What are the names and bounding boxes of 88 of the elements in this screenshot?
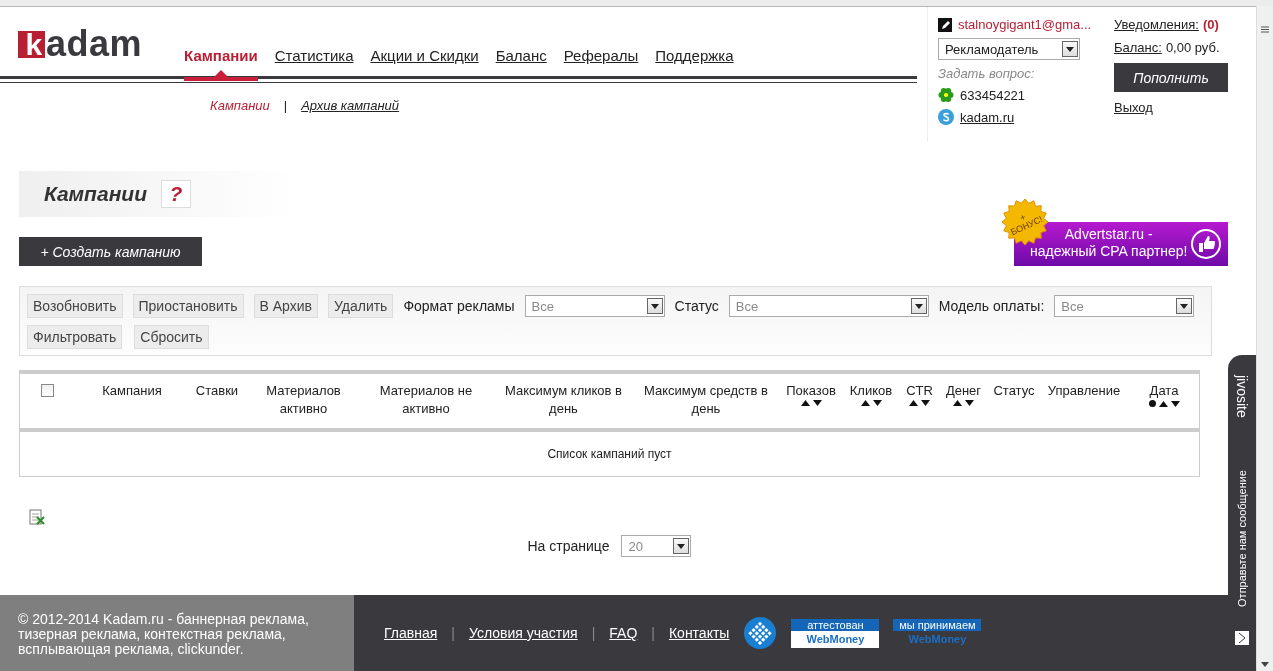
logo[interactable]: kadam (18, 26, 143, 62)
footer-link[interactable]: FAQ (609, 625, 638, 641)
skype-link[interactable]: kadam.ru (960, 109, 1015, 125)
filter-label: Модель оплаты: (938, 298, 1045, 314)
footer-link[interactable]: Главная (384, 625, 438, 641)
empty-message: Список кампаний пуст (547, 447, 672, 461)
column-header: CTR (906, 382, 933, 400)
copyright-text: © 2012-2014 Kadam.ru - баннерная реклама, тизерная реклама, контекстная реклама, всплывающая реклама, clickunder. (0, 595, 354, 671)
nav-tab[interactable]: Поддержка (655, 47, 734, 81)
sort-down-icon[interactable] (872, 400, 882, 406)
select-field[interactable]: Все (524, 295, 665, 317)
caret-icon (677, 543, 686, 549)
logout-link[interactable]: Выход (1114, 100, 1228, 115)
nav-tab[interactable]: Рефералы (563, 47, 639, 81)
sort-up-icon[interactable] (860, 400, 870, 406)
separator: | (451, 625, 455, 641)
filter-label: Статус (674, 298, 719, 314)
chevron-icon (1235, 631, 1249, 645)
nav-tab[interactable]: Баланс (495, 47, 547, 81)
column-header: Показов (786, 382, 836, 400)
subnav-link[interactable]: Архив кампаний (301, 98, 400, 113)
user-email: stalnoygigant1@gma... (958, 17, 1092, 32)
action-button[interactable]: Удалить (327, 294, 394, 318)
per-page-label: На странице (527, 538, 610, 554)
column-header: Дата (1149, 382, 1179, 400)
action-button[interactable]: Приостановить (132, 294, 244, 318)
sort-up-icon[interactable] (953, 400, 962, 406)
column-header: Статус (993, 382, 1035, 400)
spreadsheet-icon[interactable] (29, 509, 45, 525)
top-up-button[interactable]: Пополнить (1114, 63, 1228, 92)
sort-down-icon[interactable] (921, 400, 930, 406)
filter-label: Формат рекламы (403, 298, 515, 314)
caret-icon (1180, 303, 1189, 309)
icq-number: 633454221 (960, 87, 1026, 103)
column-header: Максимум кликов в день (504, 382, 623, 418)
nav-tab[interactable]: Акции и Скидки (370, 47, 479, 81)
column-header: Управление (1047, 382, 1121, 400)
filter-button[interactable]: Фильтровать (27, 325, 123, 349)
separator: | (591, 625, 596, 641)
separator: | (651, 625, 655, 641)
subnav-link[interactable]: Кампании (210, 98, 270, 113)
scroll-down-icon[interactable] (1261, 662, 1269, 667)
flower-icon (938, 87, 954, 103)
nav-tab[interactable]: Статистика (274, 47, 354, 81)
thumbs-up-icon (1190, 228, 1222, 260)
select-field[interactable]: Все (1054, 295, 1195, 317)
globe-icon (743, 616, 778, 650)
column-header: Денег (945, 382, 982, 400)
nav-tab[interactable]: Кампании (184, 47, 258, 81)
filter-button[interactable]: Сбросить (134, 325, 209, 349)
sort-down-icon[interactable] (965, 400, 974, 406)
notifications-count: (0) (1202, 17, 1219, 32)
action-button[interactable]: В Архив (253, 294, 318, 318)
webmoney-badge[interactable]: мы принимаем WebMoney (893, 618, 982, 648)
balance-link[interactable]: Баланс: (1114, 40, 1162, 55)
caret-icon (650, 303, 659, 309)
column-header: Кампания (102, 382, 162, 400)
create-campaign-button[interactable]: + Создать кампанию (19, 237, 202, 266)
sort-up-icon[interactable] (909, 400, 918, 406)
separator: | (283, 98, 288, 113)
scroll-grip-icon[interactable] (1261, 26, 1269, 33)
footer-link[interactable]: Условия участия (468, 625, 578, 641)
skype-icon (938, 109, 954, 125)
column-header: Максимум средств в день (643, 382, 769, 418)
sorted-dot-icon (1148, 400, 1156, 407)
footer-link[interactable]: Контакты (668, 625, 730, 641)
action-button[interactable]: Возобновить (27, 294, 123, 318)
sort-up-icon[interactable] (800, 400, 810, 406)
sort-down-icon[interactable] (812, 400, 822, 406)
ask-label: Задать вопрос: (938, 66, 1036, 81)
help-button[interactable]: ? (161, 180, 191, 208)
notifications-link[interactable]: Уведомления: (1114, 17, 1199, 32)
column-header: Ставки (195, 382, 239, 400)
caret-icon (914, 303, 923, 309)
sort-down-icon[interactable] (1170, 400, 1180, 407)
column-header: Кликов (849, 382, 893, 400)
edit-icon[interactable] (938, 17, 952, 32)
page-title: Кампании (44, 182, 147, 206)
sort-up-icon[interactable] (1158, 400, 1168, 407)
select-field[interactable]: 20 (621, 535, 692, 557)
caret-icon (1066, 46, 1074, 52)
select-all-checkbox[interactable] (41, 384, 54, 397)
select-field[interactable]: Рекламодатель (938, 38, 1080, 60)
balance-value: 0,00 руб. (1165, 40, 1220, 55)
select-field[interactable]: Все (728, 295, 929, 317)
column-header: Материалов не активно (378, 382, 474, 418)
scrollbar[interactable] (1256, 6, 1273, 671)
column-header: Материалов активно (265, 382, 342, 418)
